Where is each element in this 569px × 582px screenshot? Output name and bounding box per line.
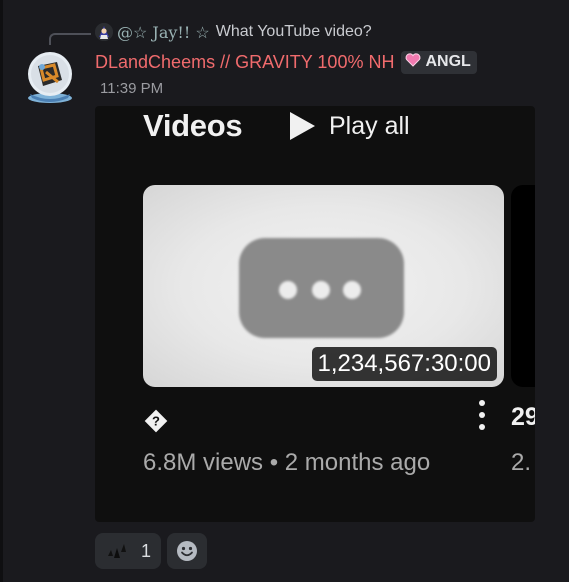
section-title: Videos	[143, 108, 243, 143]
play-all-label: Play all	[329, 111, 410, 140]
reply-reference[interactable]: @☆ Jay!! ☆ What YouTube video?	[95, 21, 372, 43]
video-thumbnail: 1,234,567:30:00	[143, 185, 504, 387]
ellipsis-bubble-icon	[239, 238, 404, 338]
guild-tag-label: ANGL	[425, 53, 471, 70]
message-header: DLandCheems // GRAVITY 100% NH ANGL	[95, 50, 477, 74]
reply-spine	[49, 33, 91, 45]
next-video-title: 29	[511, 403, 535, 431]
svg-text:?: ?	[152, 414, 160, 429]
reaction-count: 1	[141, 540, 152, 561]
user-avatar[interactable]	[24, 50, 76, 104]
next-video-thumbnail	[511, 185, 535, 387]
reply-author[interactable]: @☆ Jay!! ☆	[117, 23, 210, 42]
play-all-button: Play all	[287, 108, 410, 144]
heart-icon	[405, 52, 421, 72]
kebab-menu-icon	[476, 400, 488, 430]
username[interactable]: DLandCheems // GRAVITY 100% NH	[95, 52, 394, 73]
small-character-emoji-icon	[105, 538, 131, 565]
reply-avatar	[95, 23, 113, 41]
play-icon	[290, 112, 315, 140]
question-icon: ?	[144, 409, 168, 438]
add-reaction-button[interactable]	[167, 533, 207, 569]
guild-tag[interactable]: ANGL	[401, 50, 477, 74]
image-attachment[interactable]: Videos Play all 1,234,567:30:00 ? 29 6.8…	[95, 106, 535, 522]
duration-badge: 1,234,567:30:00	[311, 347, 497, 381]
message-timestamp: 11:39 PM	[100, 80, 164, 97]
next-video-meta: 2.	[511, 449, 532, 476]
reply-text[interactable]: What YouTube video?	[216, 23, 372, 41]
reaction-pill[interactable]: 1	[95, 533, 161, 569]
smiley-icon	[177, 541, 197, 561]
video-meta: 6.8M views • 2 months ago	[143, 449, 431, 476]
window-edge	[0, 0, 3, 582]
